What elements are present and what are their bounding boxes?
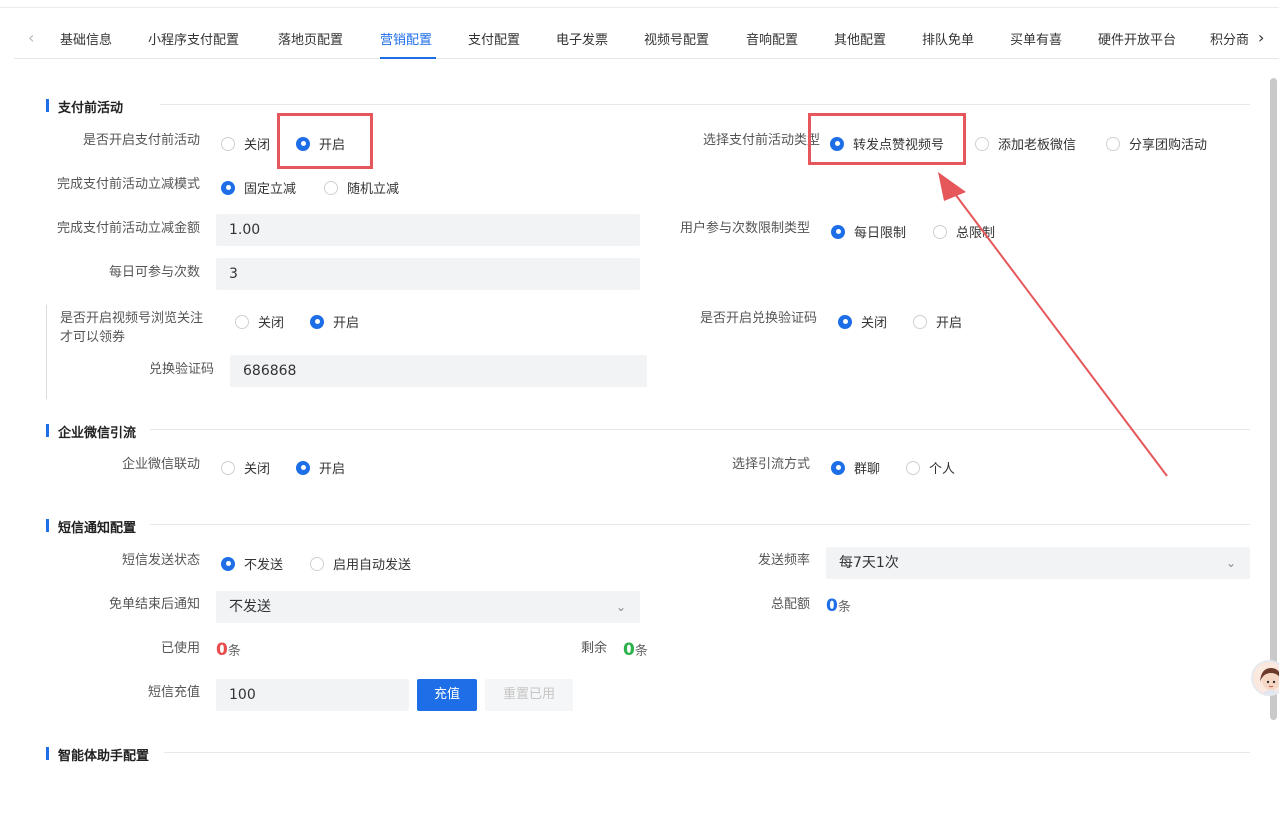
annotation-arrow [938, 172, 1168, 477]
arrow-shaft [951, 189, 1168, 477]
arrowhead [938, 172, 966, 201]
assistant-avatar[interactable] [1251, 660, 1279, 696]
avatar-icon [1260, 668, 1279, 694]
vertical-scrollbar[interactable] [1270, 78, 1277, 720]
